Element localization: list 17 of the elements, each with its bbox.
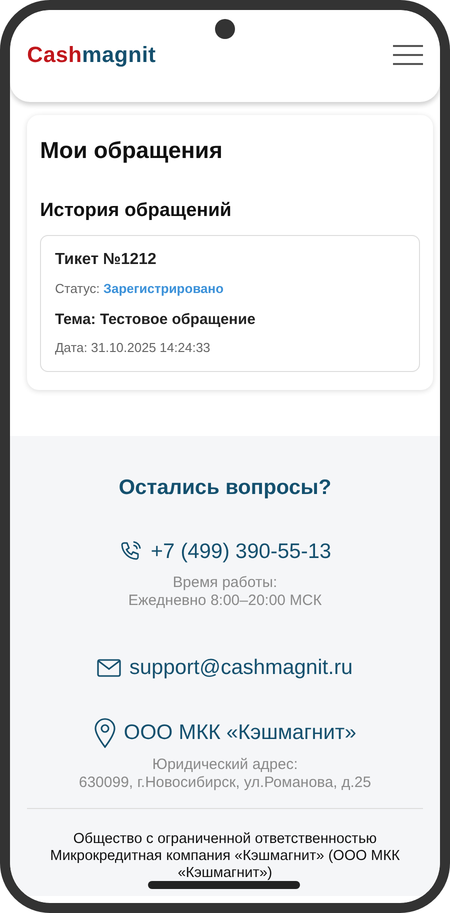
working-hours: Ежедневно 8:00–20:00 МСК (127, 592, 323, 610)
ticket-card[interactable]: Тикет №1212 Статус: Зарегистрировано Тема: Тестовое обращение Дата: 31.10.2025 14:24:33 (40, 235, 420, 372)
ticket-status: Статус: Зарегистрировано (55, 281, 225, 296)
section-title: История обращений (40, 200, 232, 222)
legal-text: Общество с ограниченной ответственностью Микрокредитная компания «Кэшмагнит» (ООО МКК «Кэшмагнит») (49, 831, 401, 882)
legal-address: 630099, г.Новосибирск, ул.Романова, д.25 (78, 774, 372, 792)
company-name: ООО МКК «Кэшмагнит» (124, 721, 356, 745)
ticket-title: Тикет №1212 (55, 251, 158, 269)
logo[interactable]: Cashmagnit (27, 42, 156, 68)
email-link[interactable]: support@cashmagnit.ru (129, 656, 353, 680)
phone-link[interactable]: +7 (499) 390-55-13 (150, 540, 332, 564)
ticket-date: Дата: 31.10.2025 14:24:33 (55, 340, 212, 355)
footer-title: Остались вопросы? (118, 476, 332, 500)
legal-address: Юридический адрес: (151, 756, 299, 774)
working-hours: Время работы: (172, 574, 278, 592)
page-title: Мои обращения (40, 137, 224, 164)
ticket-subject: Тема: Тестовое обращение (55, 311, 256, 328)
